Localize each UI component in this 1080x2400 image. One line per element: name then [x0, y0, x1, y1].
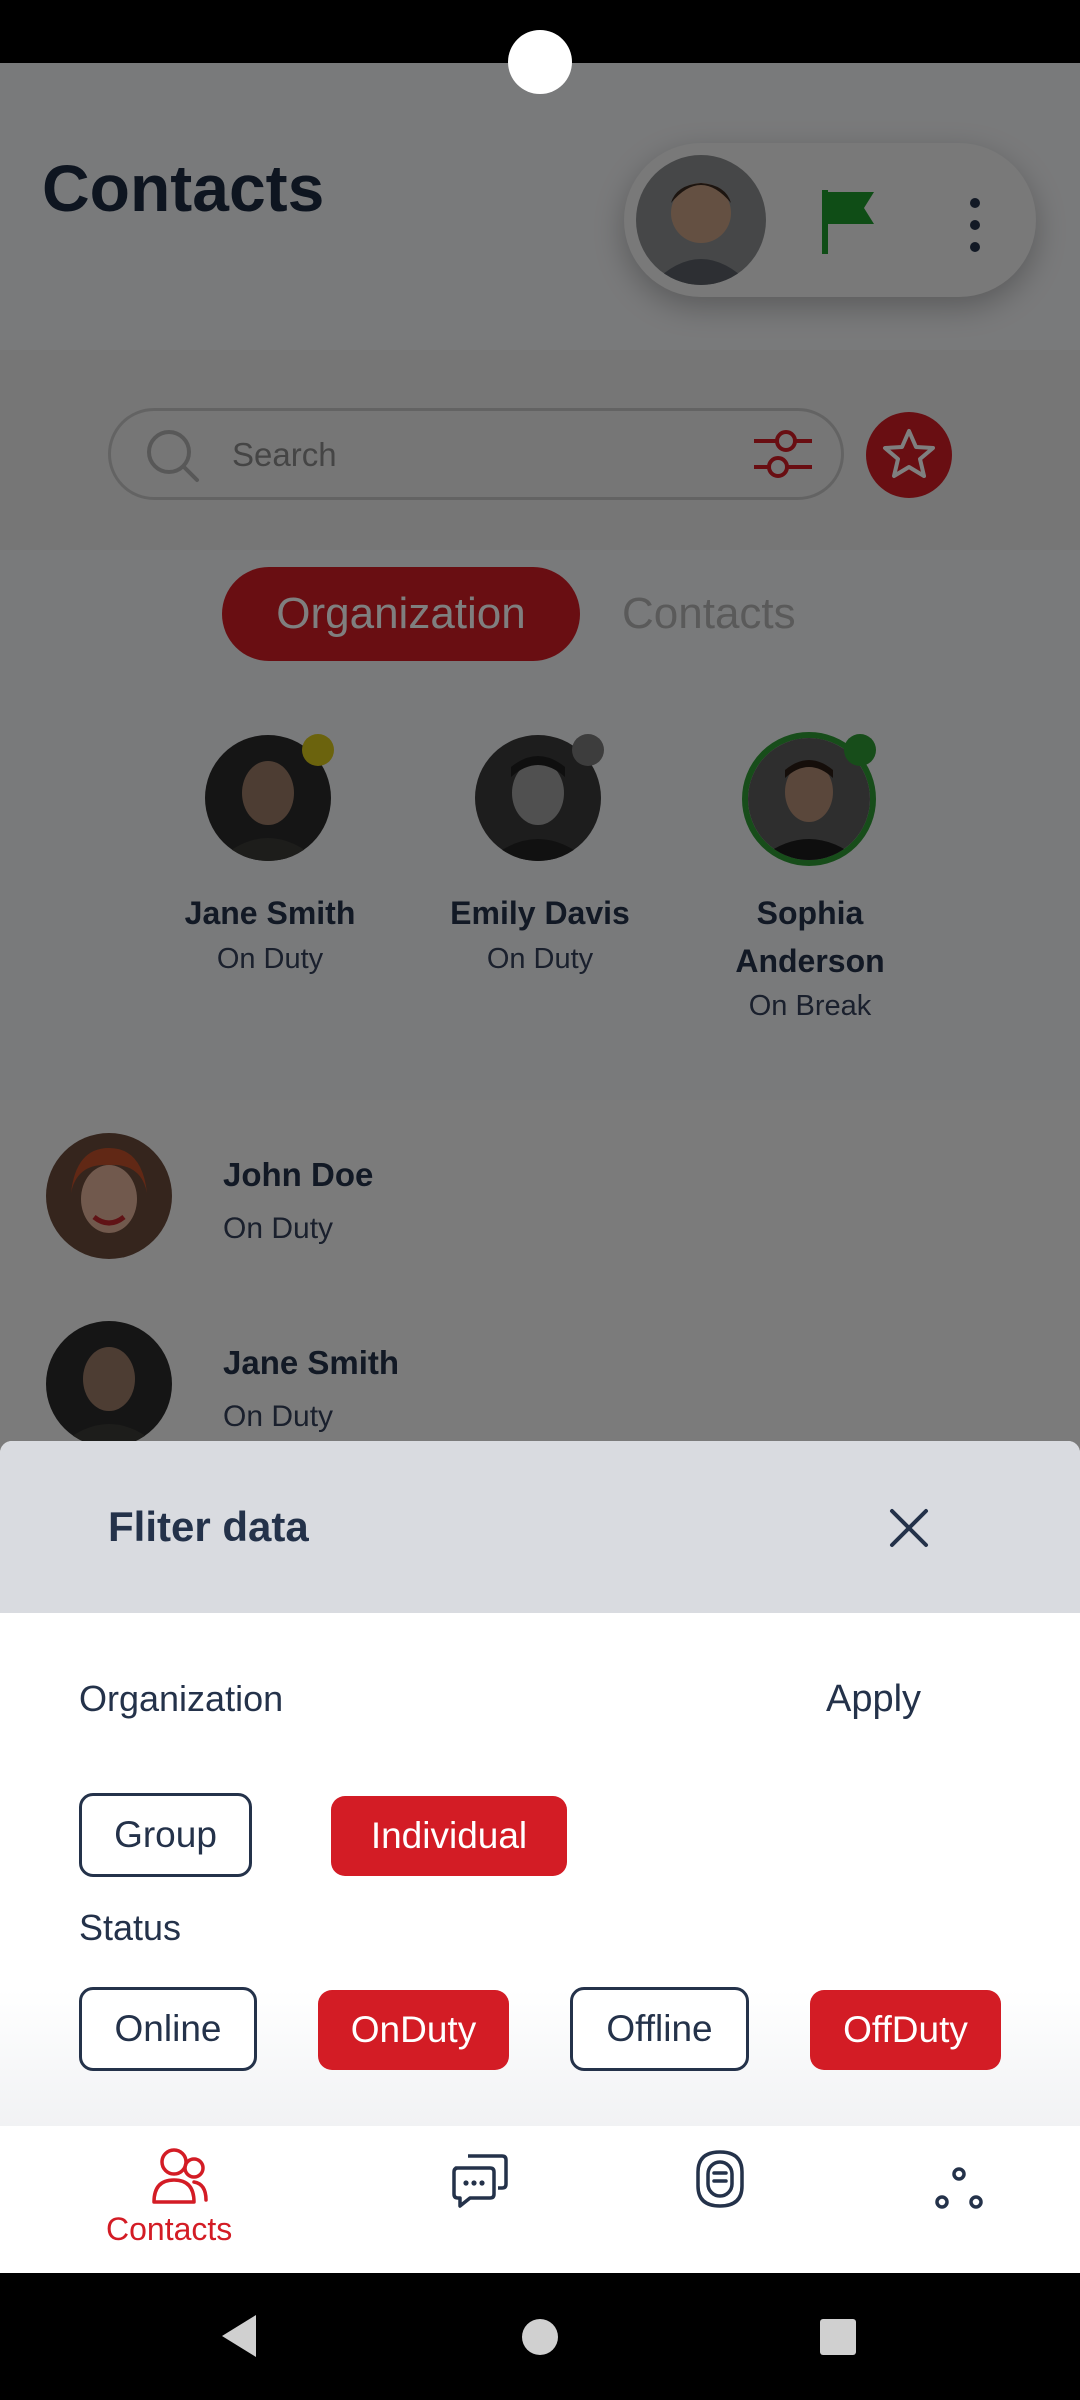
chip-offline[interactable]: Offline	[570, 1987, 749, 2071]
chip-offduty[interactable]: OffDuty	[810, 1990, 1001, 2070]
chip-onduty[interactable]: OnDuty	[318, 1990, 509, 2070]
bottom-nav	[0, 2126, 1080, 2273]
organization-label: Organization	[79, 1678, 284, 1719]
filter-sheet: Fliter data Organization Apply Group Ind…	[0, 1441, 1080, 2126]
push-to-talk-icon[interactable]	[692, 2146, 748, 2212]
back-icon[interactable]	[218, 2313, 260, 2359]
filter-title: Fliter data	[108, 1503, 309, 1550]
chip-individual[interactable]: Individual	[331, 1796, 567, 1876]
chip-online[interactable]: Online	[79, 1987, 257, 2071]
apply-button[interactable]: Apply	[826, 1678, 921, 1721]
status-label: Status	[79, 1907, 182, 1948]
home-icon[interactable]	[520, 2317, 560, 2357]
system-nav-bar	[0, 2273, 1080, 2400]
contacts-icon[interactable]	[150, 2146, 210, 2208]
nav-contacts-label[interactable]: Contacts	[106, 2211, 232, 2248]
recents-icon[interactable]	[818, 2317, 858, 2357]
more-apps-icon[interactable]	[934, 2166, 984, 2212]
chip-group[interactable]: Group	[79, 1793, 252, 1877]
chat-icon[interactable]	[450, 2150, 510, 2210]
camera-cutout	[508, 30, 572, 94]
close-icon[interactable]	[880, 1499, 938, 1557]
